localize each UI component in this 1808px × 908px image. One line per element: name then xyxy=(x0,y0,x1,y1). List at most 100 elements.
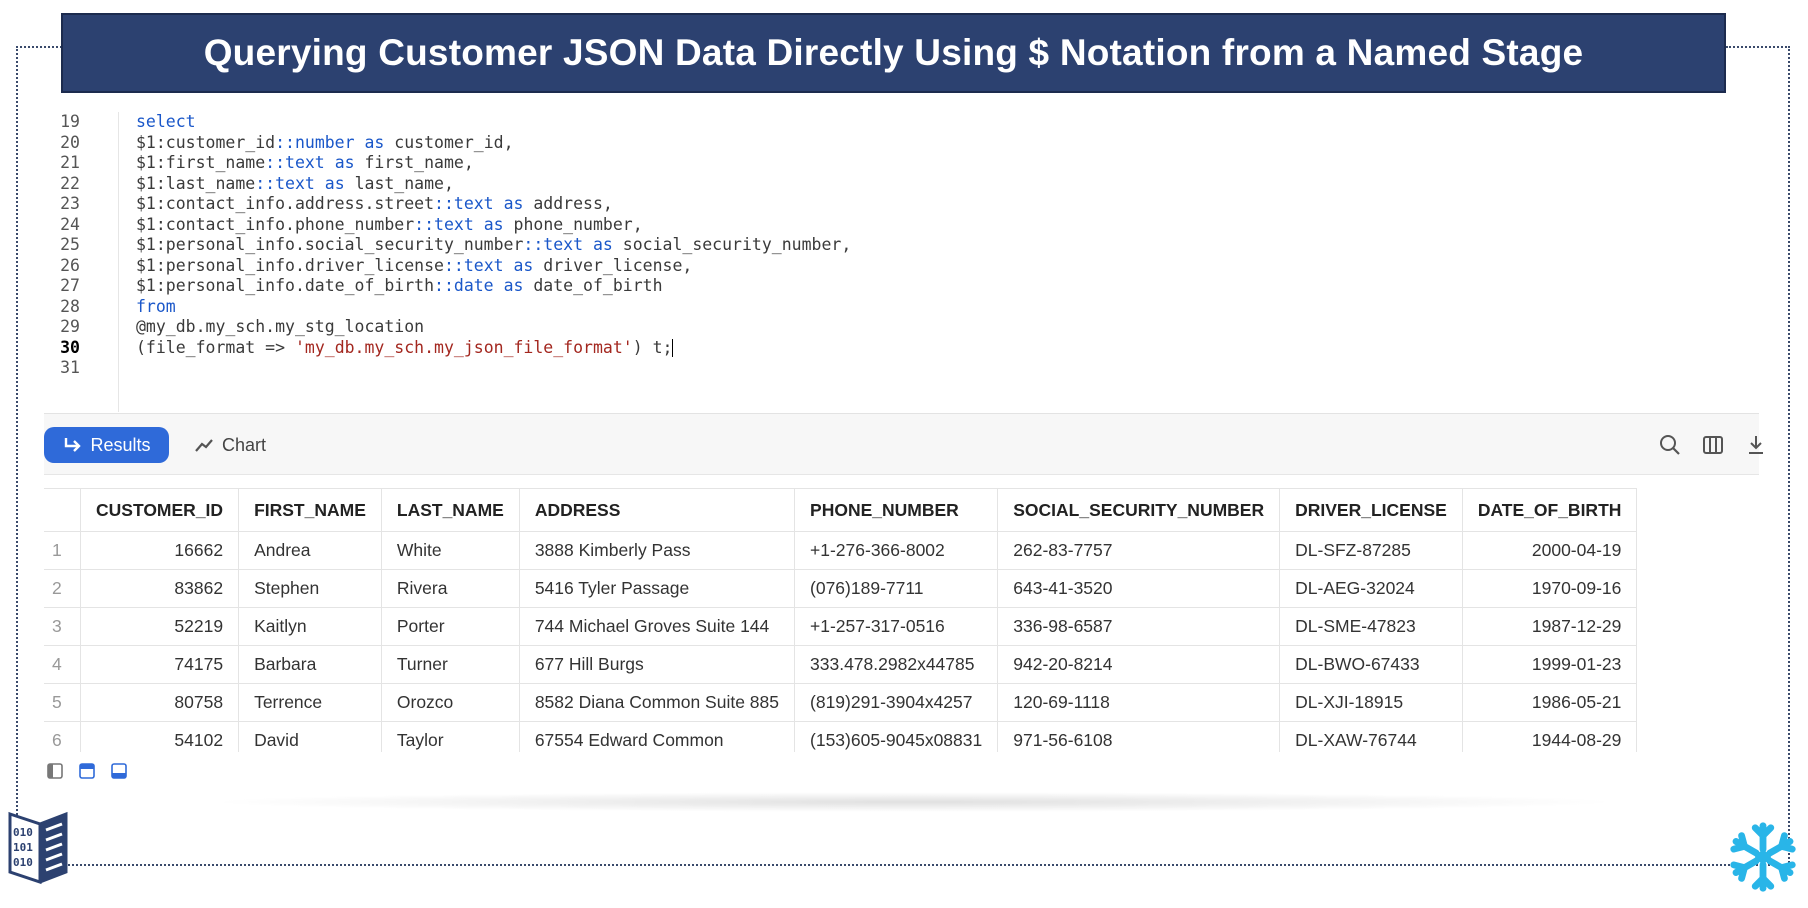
sql-token: customer_id, xyxy=(384,132,514,152)
panel-shadow xyxy=(204,792,1624,812)
table-cell: David xyxy=(238,721,382,752)
table-cell: (153)605-9045x08831 xyxy=(794,721,999,752)
table-cell: 74175 xyxy=(79,645,240,684)
table-cell: DL-XJI-18915 xyxy=(1279,683,1463,722)
sql-token: last_name, xyxy=(344,173,454,193)
column-header[interactable]: ADDRESS xyxy=(518,488,796,532)
sql-token: $1:personal_info.date_of_birth xyxy=(136,276,435,295)
table-header-row: CUSTOMER_ID FIRST_NAME LAST_NAME ADDRESS PHO… xyxy=(44,488,1638,532)
table-row[interactable]: 5 80758 Terrence Orozco 8582 Diana Common Su… xyxy=(44,683,1638,722)
download-icon[interactable] xyxy=(1742,431,1770,459)
table-cell: DL-SFZ-87285 xyxy=(1279,531,1463,570)
table-cell: 677 Hill Burgs xyxy=(518,645,796,684)
sql-keyword: as xyxy=(503,276,524,295)
table-cell: 1986-05-21 xyxy=(1461,683,1638,722)
table-cell: 3888 Kimberly Pass xyxy=(518,531,796,570)
table-cell: 1987-12-29 xyxy=(1461,607,1638,646)
sql-token: $1:contact_info.phone_number xyxy=(136,214,415,234)
svg-text:010: 010 xyxy=(13,826,33,839)
table-cell: 942-20-8214 xyxy=(997,645,1281,684)
sql-keyword: as xyxy=(334,153,355,172)
sql-keyword: ::text xyxy=(414,214,474,234)
table-cell: Orozco xyxy=(380,683,520,722)
bottom-pane-layout-icon[interactable] xyxy=(110,762,128,780)
column-header[interactable]: CUSTOMER_ID xyxy=(79,488,240,532)
results-table: CUSTOMER_ID FIRST_NAME LAST_NAME ADDRESS PHO… xyxy=(44,488,1638,752)
row-index: 4 xyxy=(44,645,81,684)
table-cell: 336-98-6587 xyxy=(997,607,1281,646)
chart-tab[interactable]: Chart xyxy=(194,427,294,463)
sql-token: driver_license, xyxy=(533,255,693,275)
line-chart-icon xyxy=(195,439,213,452)
sql-keyword: from xyxy=(136,296,176,316)
top-pane-layout-icon[interactable] xyxy=(78,762,96,780)
sql-token: address, xyxy=(523,194,613,213)
sql-keyword: as xyxy=(503,194,524,213)
table-cell: Taylor xyxy=(380,721,520,752)
text-cursor xyxy=(672,339,674,357)
sql-keyword: ::text xyxy=(523,235,584,254)
dotted-frame-top-left xyxy=(16,46,62,48)
sql-editor[interactable]: 19 select 20 $1:customer_id::number as cust… xyxy=(44,112,1759,412)
sql-token: phone_number, xyxy=(503,214,643,234)
table-cell: 16662 xyxy=(79,531,240,570)
sql-token: @my_db.my_sch.my_stg_location xyxy=(136,317,425,336)
table-cell: Porter xyxy=(380,607,520,646)
columns-icon[interactable] xyxy=(1699,431,1727,459)
sql-keyword: as xyxy=(592,235,613,254)
table-cell: Terrence xyxy=(238,683,382,722)
table-cell: +1-276-366-8002 xyxy=(794,531,999,570)
chart-tab-label: Chart xyxy=(222,434,267,455)
sidebar-layout-icon[interactable] xyxy=(46,762,64,780)
column-header[interactable]: SOCIAL_SECURITY_NUMBER xyxy=(997,488,1281,532)
results-tab-button[interactable]: Results xyxy=(44,427,169,463)
table-cell: 54102 xyxy=(79,721,240,752)
row-index: 3 xyxy=(44,607,81,646)
results-panel: Results Chart CUSTOMER_ID FIRST_NAME LAST_… xyxy=(44,413,1763,829)
row-index: 6 xyxy=(44,721,81,752)
table-row[interactable]: 6 54102 David Taylor 67554 Edward Common (153… xyxy=(44,721,1638,752)
table-cell: (076)189-7711 xyxy=(794,569,999,608)
column-header[interactable]: FIRST_NAME xyxy=(238,488,382,532)
table-row[interactable]: 2 83862 Stephen Rivera 5416 Tyler Passage (07… xyxy=(44,569,1638,608)
return-arrow-icon xyxy=(65,438,82,452)
row-index: 2 xyxy=(44,569,81,608)
table-cell: Barbara xyxy=(238,645,382,684)
table-row[interactable]: 1 16662 Andrea White 3888 Kimberly Pass +1-27… xyxy=(44,531,1638,570)
table-row[interactable]: 4 74175 Barbara Turner 677 Hill Burgs 333.478… xyxy=(44,645,1638,684)
sql-string: 'my_db.my_sch.my_json_file_format' xyxy=(294,337,633,357)
binary-book-logo-icon: 010 101 010 xyxy=(8,811,68,885)
table-cell: Stephen xyxy=(238,569,382,608)
table-cell: Rivera xyxy=(380,569,520,608)
column-header[interactable]: DRIVER_LICENSE xyxy=(1279,488,1463,532)
search-icon[interactable] xyxy=(1656,431,1684,459)
sql-keyword: ::number xyxy=(275,132,355,152)
sql-token: $1:last_name xyxy=(136,173,256,193)
table-cell: 643-41-3520 xyxy=(997,569,1281,608)
table-cell: 333.478.2982x44785 xyxy=(794,645,999,684)
table-cell: 8582 Diana Common Suite 885 xyxy=(518,683,796,722)
table-cell: +1-257-317-0516 xyxy=(794,607,999,646)
column-header[interactable]: DATE_OF_BIRTH xyxy=(1461,488,1638,532)
dotted-frame-top-right xyxy=(1726,46,1790,48)
table-cell: Turner xyxy=(380,645,520,684)
table-cell: 2000-04-19 xyxy=(1461,531,1638,570)
sql-keyword: select xyxy=(136,112,196,131)
table-cell: 52219 xyxy=(79,607,240,646)
table-cell: 1999-01-23 xyxy=(1461,645,1638,684)
layout-toggle-bar xyxy=(44,752,1759,792)
table-cell: 83862 xyxy=(79,569,240,608)
column-header[interactable]: PHONE_NUMBER xyxy=(794,488,999,532)
svg-text:101: 101 xyxy=(13,841,33,854)
table-row[interactable]: 3 52219 Kaitlyn Porter 744 Michael Groves Su… xyxy=(44,607,1638,646)
code-line: 31 xyxy=(44,356,80,380)
table-cell: White xyxy=(380,531,520,570)
sql-token: social_security_number, xyxy=(612,235,852,254)
row-index: 5 xyxy=(44,683,81,722)
column-header[interactable]: LAST_NAME xyxy=(380,488,520,532)
